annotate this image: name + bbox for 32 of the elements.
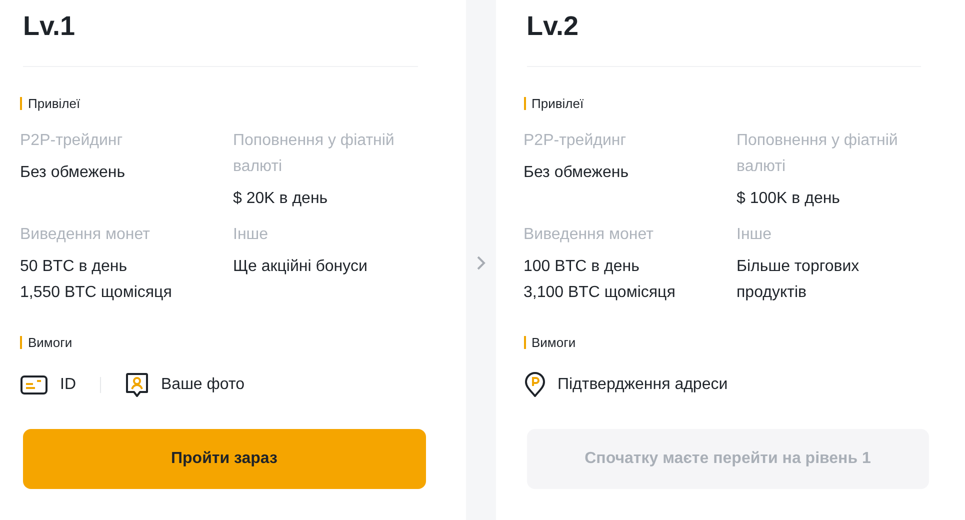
section-heading: Привілеї: [524, 97, 584, 110]
requirement-label: Підтвердження адреси: [558, 376, 728, 394]
privilege-label: Виведення монет: [20, 225, 150, 245]
section-heading: Вимоги: [20, 336, 72, 349]
privilege-value: 100 BTC в день: [524, 257, 640, 277]
privilege-value: Без обмежень: [20, 163, 126, 183]
privilege-label: Виведення монет: [524, 225, 654, 245]
action-button[interactable]: Пройти зараз: [23, 429, 426, 489]
requirement-label: Ваше фото: [161, 376, 245, 394]
privilege-value: 1,550 BTC щомісяця: [20, 283, 172, 303]
chevron-right-icon[interactable]: [476, 255, 486, 271]
privilege-value: 3,100 BTC щомісяця: [524, 283, 676, 303]
section-heading: Привілеї: [20, 97, 80, 110]
level-title: Lv.1: [22, 10, 76, 42]
level-title: Lv.2: [526, 10, 579, 42]
location-pin-icon: [524, 372, 546, 398]
privilege-value: $ 100K в день: [736, 189, 840, 209]
privilege-value: Без обмежень: [524, 163, 629, 183]
privilege-label: P2P-трейдинг: [20, 131, 123, 151]
privilege-value: Ще акційні бонуси: [233, 257, 368, 277]
privilege-label: Інше: [736, 225, 772, 245]
privilege-label: Інше: [233, 225, 268, 245]
privilege-value: 50 BTC в день: [20, 257, 128, 277]
privilege-value: Більше торгових продуктів: [736, 257, 860, 303]
privilege-label: P2P-трейдинг: [524, 131, 626, 151]
requirement-label: ID: [60, 376, 76, 394]
portrait-icon: [125, 372, 149, 398]
privilege-label: Поповнення у фіатній валюті: [233, 131, 396, 177]
id-card-icon: [20, 375, 48, 395]
privilege-value: $ 20K в день: [233, 189, 328, 209]
section-heading: Вимоги: [524, 336, 576, 349]
privilege-label: Поповнення у фіатній валюті: [736, 131, 899, 177]
